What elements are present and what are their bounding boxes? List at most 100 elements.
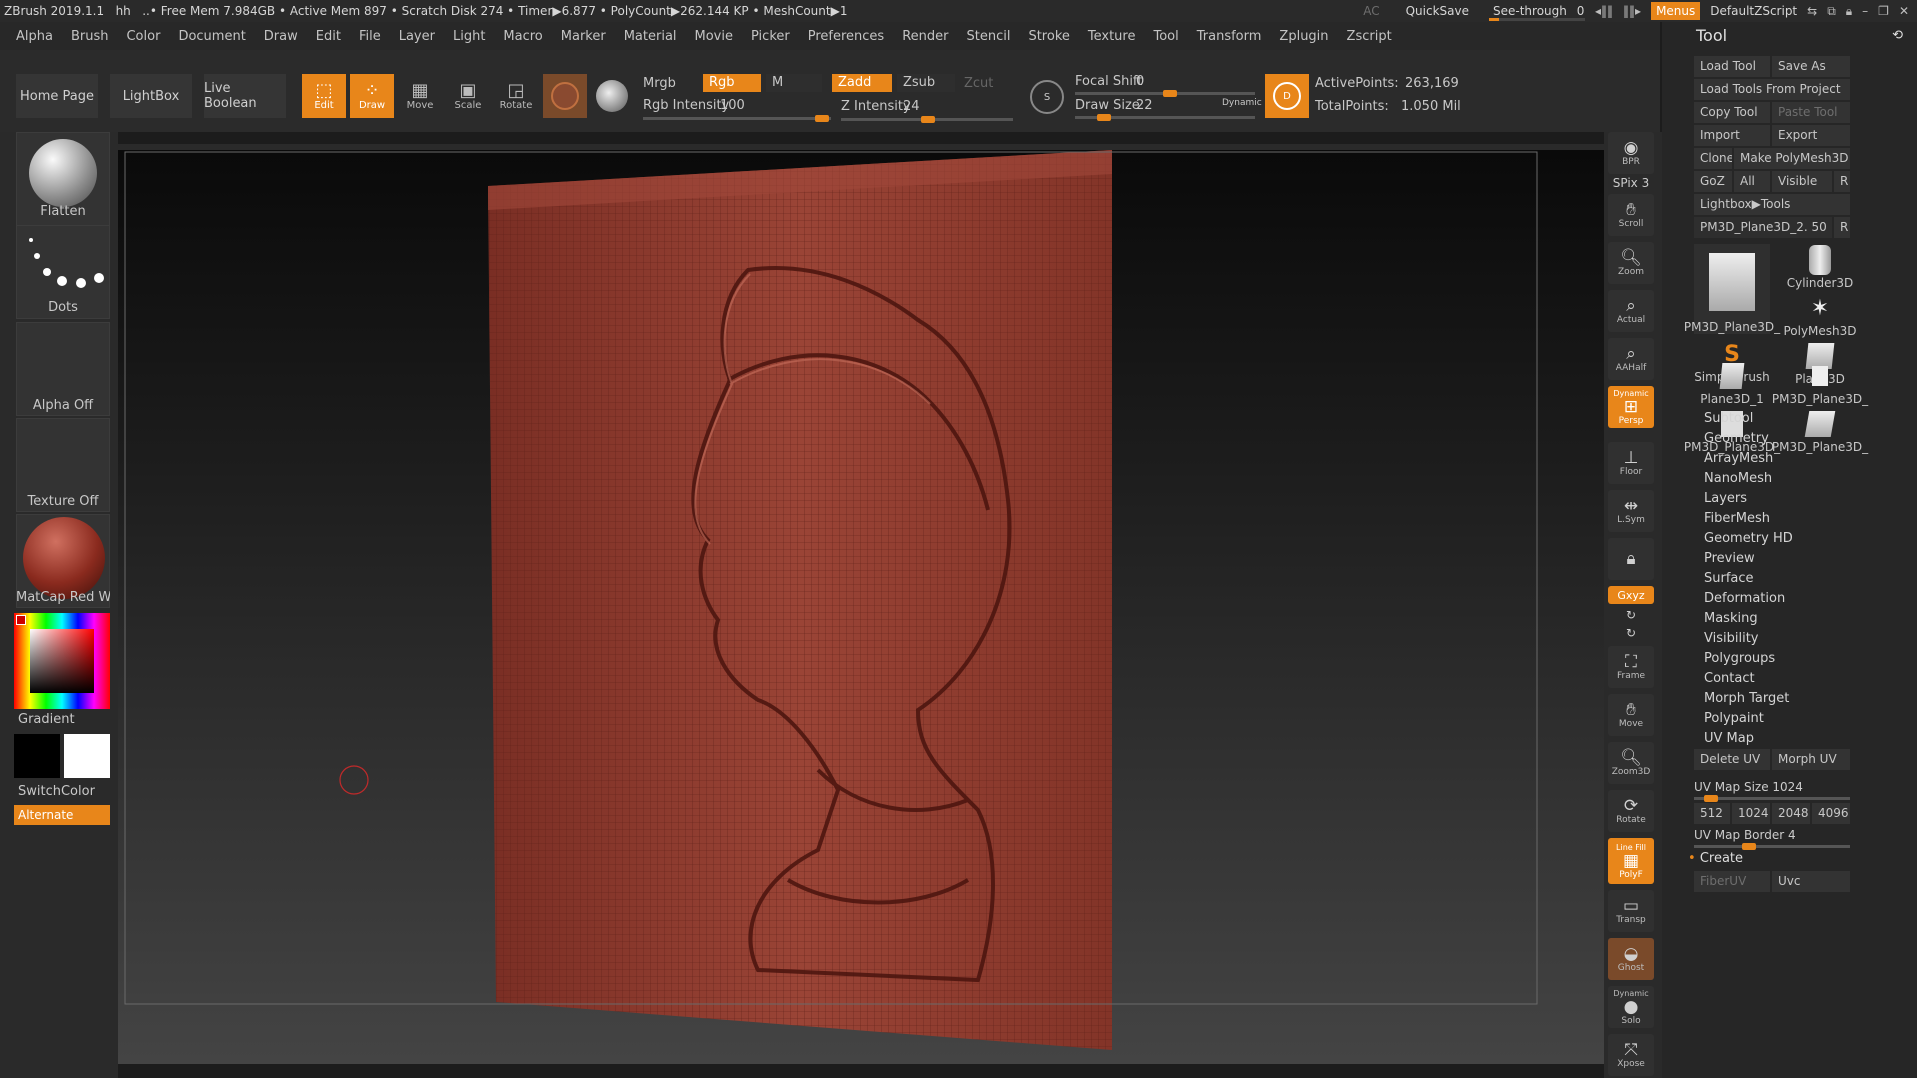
switchcolor-button[interactable]: SwitchColor [16,784,110,799]
tool-thumb-plane3d-1[interactable]: Plane3D_1 [1694,360,1770,406]
morph-uv-button[interactable]: Morph UV [1772,749,1850,770]
document-viewport[interactable] [118,144,1608,1064]
zcut-button[interactable]: Zcut [964,76,993,91]
subpalette-uv-map[interactable]: UV Map [1704,731,1754,746]
menu-alpha[interactable]: Alpha [16,29,53,44]
scale-mode-button[interactable]: ▣ Scale [446,74,490,118]
subpalette-contact[interactable]: Contact [1704,671,1755,686]
draw-mode-button[interactable]: ⁘ Draw [350,74,394,118]
see-through-slider[interactable]: See-through 0 [1489,4,1585,21]
menu-picker[interactable]: Picker [751,29,790,44]
menu-texture[interactable]: Texture [1088,29,1136,44]
dynamic-brush-button[interactable]: D [1265,74,1309,118]
zoom-button[interactable]: 🔍︎ Zoom [1608,242,1654,284]
current-tool-slider[interactable]: PM3D_Plane3D_2. 50 [1694,217,1832,238]
menu-file[interactable]: File [359,29,381,44]
rotate-axis-buttons[interactable]: ↻ ↻ [1608,606,1654,642]
xyz-button[interactable]: Gxyz [1608,586,1654,604]
interface-transparency-icon[interactable]: ◂‖‖ [1595,4,1613,18]
clone-button[interactable]: Clone [1694,148,1732,169]
edit-mode-button[interactable]: ⬚ Edit [302,74,346,118]
uv-map-border-slider[interactable] [1694,843,1850,850]
copy-tool-button[interactable]: Copy Tool [1694,102,1770,123]
z-intensity-slider[interactable] [841,116,1013,123]
alternate-button[interactable]: Alternate [14,805,110,825]
tool-thumb-current[interactable]: PM3D_Plane3D_ [1684,244,1780,334]
bpr-button[interactable]: ◉ BPR [1608,132,1654,174]
menu-edit[interactable]: Edit [316,29,341,44]
spix-slider[interactable]: SPix 3 [1608,176,1654,190]
subpalette-surface[interactable]: Surface [1704,571,1754,586]
delete-uv-button[interactable]: Delete UV [1694,749,1770,770]
material-swatch-button[interactable] [543,74,587,118]
close-icon[interactable]: ✕ [1899,4,1909,18]
menu-color[interactable]: Color [126,29,160,44]
subpalette-geometry-hd[interactable]: Geometry HD [1704,531,1793,546]
m-button[interactable]: M [766,74,822,92]
subpalette-subtool[interactable]: Subtool [1704,411,1753,426]
subpalette-layers[interactable]: Layers [1704,491,1747,506]
tool-thumb-polymesh[interactable]: ✶ PolyMesh3D [1774,292,1866,339]
goz-all-button[interactable]: All [1734,171,1770,192]
load-tool-button[interactable]: Load Tool [1694,56,1770,77]
minimize-icon[interactable]: – [1862,4,1868,18]
load-tools-from-project-button[interactable]: Load Tools From Project [1694,79,1850,100]
scroll-button[interactable]: ✋︎ Scroll [1608,194,1654,236]
persp-button[interactable]: Dynamic ⊞ Persp [1608,386,1654,428]
zsub-button[interactable]: Zsub [897,74,955,92]
make-polymesh3d-button[interactable]: Make PolyMesh3D [1734,148,1850,169]
draw-size-slider[interactable] [1075,114,1255,121]
uv-map-size-slider[interactable] [1694,795,1850,802]
subpalette-fibermesh[interactable]: FiberMesh [1704,511,1770,526]
quicksave-button[interactable]: QuickSave [1406,4,1469,18]
color-square[interactable] [30,629,94,693]
lock-icon[interactable]: 🔒︎ [1846,4,1852,19]
tool-thumb-cylinder[interactable]: Cylinder3D [1774,244,1866,290]
maximize-icon[interactable]: ❐ [1878,4,1889,18]
local-transform-button[interactable]: 🔒︎ [1608,538,1654,580]
uv-size-2048-button[interactable]: 2048 [1772,803,1810,824]
tool-palette-header[interactable]: Tool ⟲ [1662,22,1917,48]
menu-marker[interactable]: Marker [561,29,606,44]
subpalette-arraymesh[interactable]: ArrayMesh [1704,451,1773,466]
main-color-swatch[interactable] [64,734,110,778]
transp-button[interactable]: ▭ Transp [1608,890,1654,932]
menu-brush[interactable]: Brush [71,29,109,44]
tool-thumb-pm3d-plane-a[interactable]: PM3D_Plane3D_ [1772,360,1868,406]
relief-mesh[interactable] [118,150,1608,1064]
paste-tool-button[interactable]: Paste Tool [1772,102,1850,123]
menu-preferences[interactable]: Preferences [808,29,884,44]
subpalette-deformation[interactable]: Deformation [1704,591,1785,606]
live-boolean-button[interactable]: Live Boolean [204,74,286,118]
menu-movie[interactable]: Movie [695,29,733,44]
menu-macro[interactable]: Macro [503,29,542,44]
ac-button[interactable]: AC [1363,4,1379,18]
subpalette-preview[interactable]: Preview [1704,551,1755,566]
menu-draw[interactable]: Draw [264,29,298,44]
palette-reset-icon[interactable]: ⟲ [1892,28,1903,43]
menu-stencil[interactable]: Stencil [966,29,1010,44]
subpalette-masking[interactable]: Masking [1704,611,1758,626]
rotate-mode-button[interactable]: ◲ Rotate [494,74,538,118]
menus-toggle-button[interactable]: Menus [1651,2,1701,20]
shading-sphere-icon[interactable] [596,80,628,112]
default-zscript-button[interactable]: DefaultZScript [1710,4,1797,18]
subpalette-nanomesh[interactable]: NanoMesh [1704,471,1772,486]
gradient-label[interactable]: Gradient [16,712,110,727]
menu-light[interactable]: Light [453,29,485,44]
fiberuv-button[interactable]: FiberUV [1694,871,1770,892]
move-mode-button[interactable]: ▦ Move [398,74,442,118]
import-button[interactable]: Import [1694,125,1770,146]
xpose-button[interactable]: ⤧ Xpose [1608,1034,1654,1076]
subpalette-morph-target[interactable]: Morph Target [1704,691,1789,706]
lightbox-tools-button[interactable]: Lightbox▶Tools [1694,194,1850,215]
goz-r-button[interactable]: R [1834,171,1850,192]
menu-zscript[interactable]: Zscript [1347,29,1392,44]
menu-render[interactable]: Render [902,29,948,44]
color-picker[interactable] [14,613,110,709]
aahalf-button[interactable]: ⌕ AAHalf [1608,338,1654,380]
move-view-button[interactable]: ✋︎ Move [1608,694,1654,736]
ui-layout-icon[interactable]: ⧉ [1827,4,1836,19]
menu-layer[interactable]: Layer [399,29,435,44]
menu-zplugin[interactable]: Zplugin [1279,29,1328,44]
